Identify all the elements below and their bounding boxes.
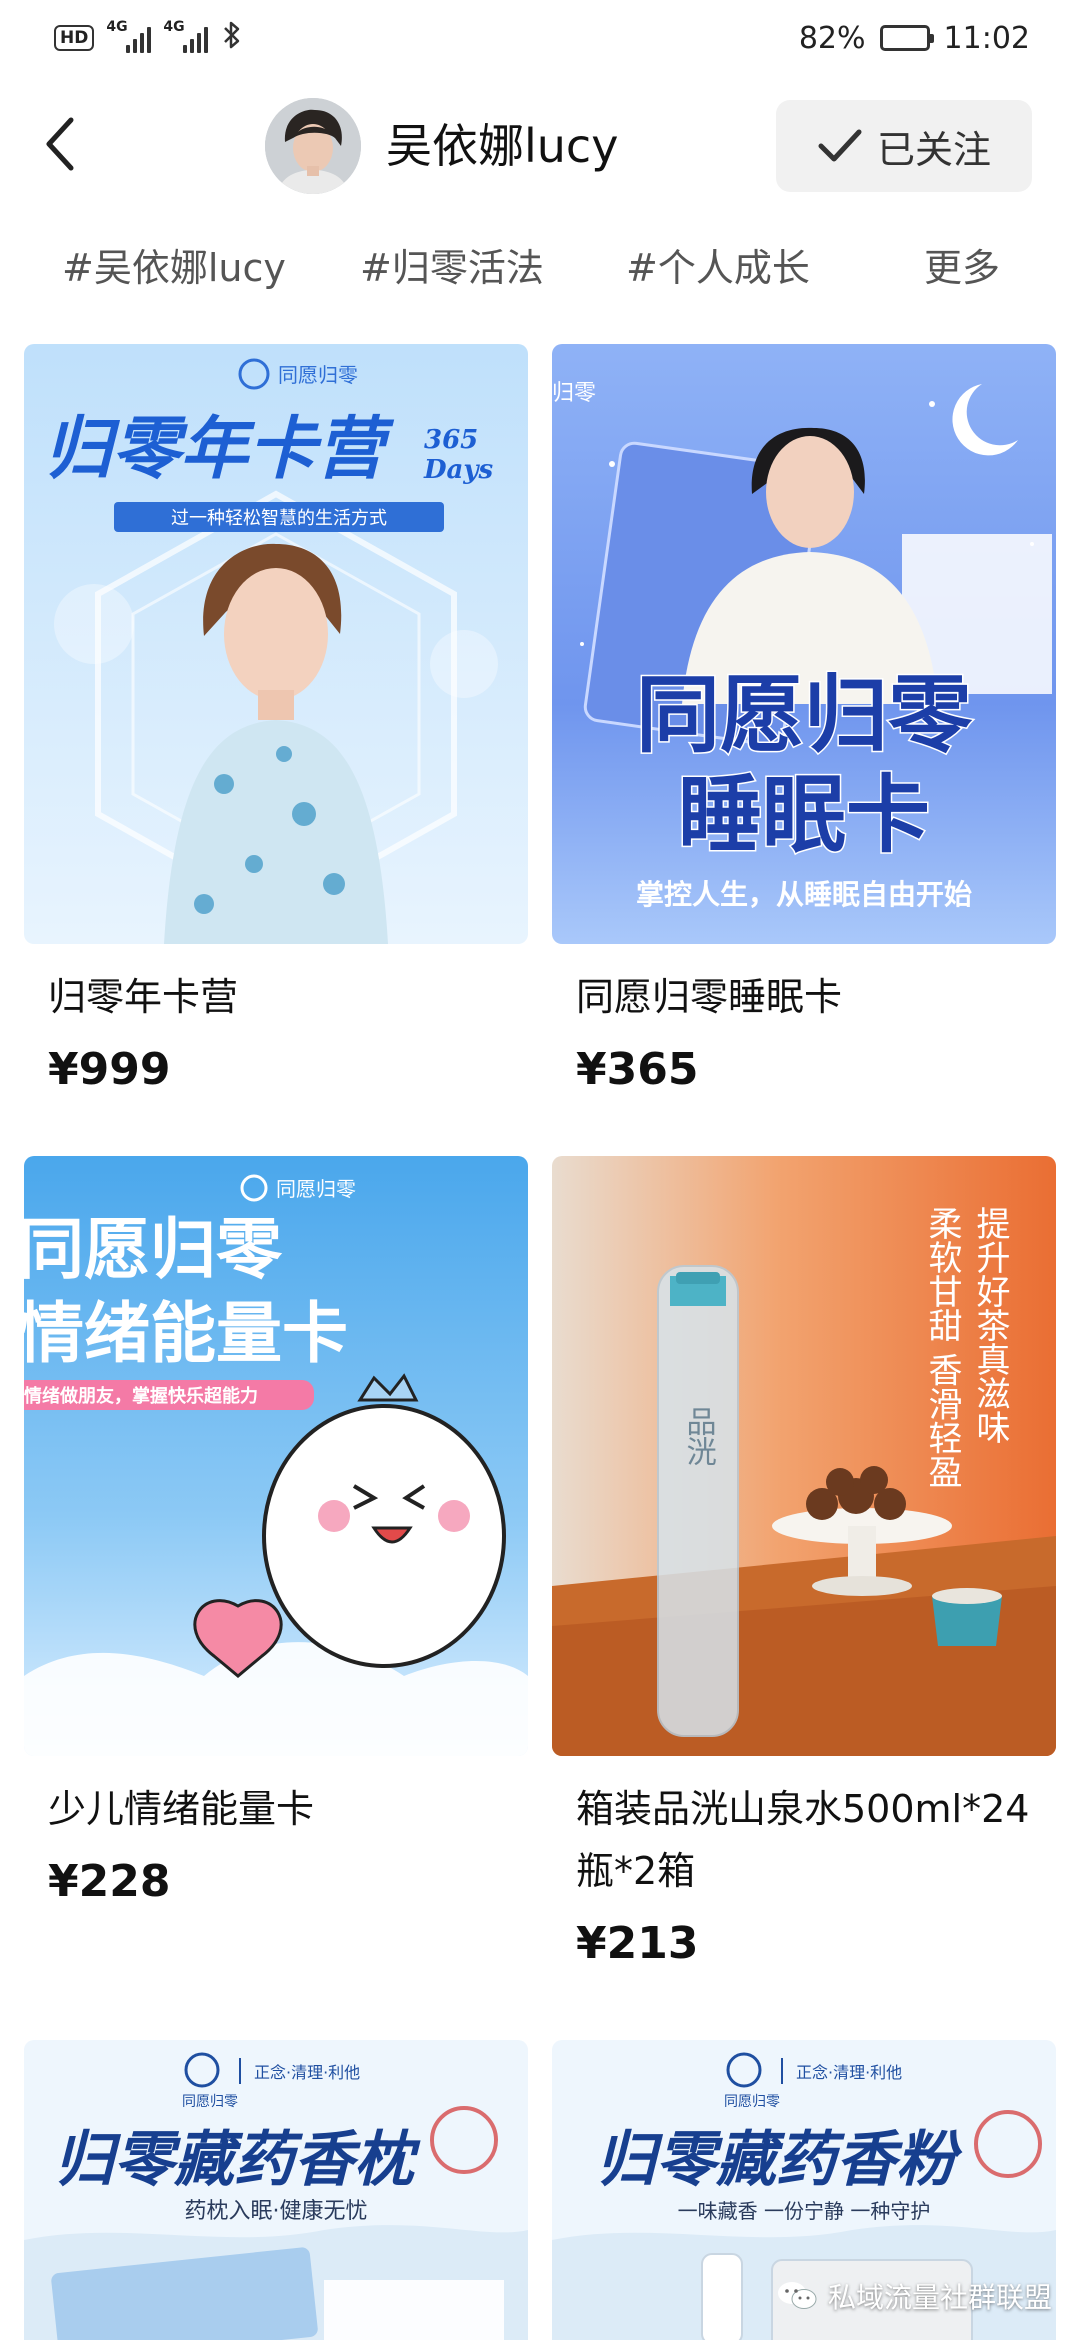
image-bottle-text: 品洸 [681, 1406, 716, 1466]
image-brand: 同愿归零 [278, 363, 358, 387]
battery-icon [879, 25, 934, 51]
product-title[interactable]: 箱装品洸山泉水500ml*24瓶*2箱 [552, 1778, 1056, 1902]
image-line-2: 柔软甘甜 香滑轻盈 [922, 1206, 962, 1489]
network-type-label: 4G [106, 19, 128, 35]
image-headline-2: 睡眠卡 [678, 766, 930, 864]
image-tagline: 过一种轻松智慧的生活方式 [171, 508, 387, 529]
image-tagline: 药枕入眠·健康无忧 [185, 2199, 368, 2224]
check-icon [818, 129, 862, 162]
product-card[interactable]: 同愿归零 正念·清理·利他 归零藏药香枕 药枕入眠·健康无忧 [24, 2040, 528, 2340]
product-image[interactable]: 同愿归零 归零年卡营 365 Days 过一种轻松智慧的生活方式 [24, 344, 528, 944]
product-title[interactable]: 同愿归零睡眠卡 [552, 966, 1056, 1028]
shop-name[interactable]: 吴依娜lucy [386, 116, 618, 176]
image-slogan: 正念·清理·利他 [796, 2063, 902, 2082]
image-headline: 归零藏药香粉 [596, 2125, 963, 2195]
tag-item[interactable]: #个人成长 [626, 242, 810, 294]
hd-badge: HD [54, 25, 95, 51]
avatar[interactable] [265, 98, 361, 194]
image-badge-top: 365 [424, 425, 478, 455]
back-button[interactable] [30, 114, 90, 174]
image-headline: 归零藏药香枕 [54, 2125, 421, 2195]
signal-icon: 4G [106, 19, 152, 53]
tag-item[interactable]: #归零活法 [360, 242, 544, 294]
image-slogan: 正念·清理·利他 [254, 2063, 360, 2082]
clock: 11:02 [943, 20, 1030, 56]
follow-button[interactable]: 已关注 [776, 100, 1032, 192]
product-price: ¥365 [576, 1044, 699, 1095]
product-card[interactable]: 归零 同愿归零 睡眠卡 掌控人生，从睡眠自由开始 同愿归零睡眠卡 ¥365 [552, 344, 1056, 1100]
product-image[interactable]: 品洸 提升好茶真滋味 柔软甘甜 香滑轻盈 [552, 1156, 1056, 1756]
product-image[interactable]: 归零 同愿归零 睡眠卡 掌控人生，从睡眠自由开始 [552, 344, 1056, 944]
product-image[interactable]: 同愿归零 正念·清理·利他 归零藏药香枕 药枕入眠·健康无忧 [24, 2040, 528, 2340]
image-brand: 同愿归零 [276, 1177, 356, 1201]
network-type-label-2: 4G [163, 19, 185, 35]
product-card[interactable]: 品洸 提升好茶真滋味 柔软甘甜 香滑轻盈 箱装品洸山泉水500ml*24瓶*2箱… [552, 1156, 1056, 1974]
image-tagline: 一味藏香 一份宁静 一种守护 [678, 2199, 931, 2223]
image-badge-bottom: Days [423, 455, 494, 485]
product-price: ¥228 [48, 1856, 171, 1907]
image-headline: 归零年卡营 [44, 410, 395, 489]
image-brand: 归零 [552, 381, 596, 406]
signal-icon-2: 4G [163, 19, 209, 53]
product-image[interactable]: 同愿归零 同愿归零 情绪能量卡 情绪做朋友，掌握快乐超能力 [24, 1156, 528, 1756]
product-card[interactable]: 同愿归零 同愿归零 情绪能量卡 情绪做朋友，掌握快乐超能力 少儿情绪能量卡 ¥2… [24, 1156, 528, 1912]
image-tagline: 情绪做朋友，掌握快乐超能力 [24, 1385, 258, 1407]
product-price: ¥999 [48, 1044, 171, 1095]
status-left: HD 4G 4G [54, 19, 242, 57]
wechat-icon [777, 2282, 817, 2309]
battery-percent: 82% [798, 20, 866, 56]
chevron-left-icon [46, 117, 74, 171]
product-title[interactable]: 归零年卡营 [24, 966, 528, 1028]
watermark-text: 私域流量社群联盟 [827, 2281, 1052, 2314]
image-tagline: 掌控人生，从睡眠自由开始 [636, 878, 972, 911]
image-brand: 同愿归零 [724, 2093, 780, 2110]
status-bar: HD 4G 4G 82% 11:02 [0, 0, 1080, 76]
image-brand: 同愿归零 [182, 2093, 238, 2110]
product-price: ¥213 [576, 1918, 699, 1969]
tag-bar: #吴依娜lucy #归零活法 #个人成长 更多 [0, 232, 1080, 304]
product-title[interactable]: 少儿情绪能量卡 [24, 1778, 528, 1840]
product-card[interactable]: 同愿归零 归零年卡营 365 Days 过一种轻松智慧的生活方式 归零年卡营 ¥… [24, 344, 528, 1100]
shop-header: 吴依娜lucy 已关注 [0, 86, 1080, 206]
image-headline-1: 同愿归零 [636, 666, 973, 764]
tag-item[interactable]: #吴依娜lucy [62, 242, 286, 294]
status-right: 82% 11:02 [799, 21, 1030, 56]
more-tags-button[interactable]: 更多 [924, 242, 1000, 294]
image-headline-2: 情绪能量卡 [24, 1295, 348, 1372]
follow-label: 已关注 [876, 127, 991, 172]
bluetooth-icon [222, 20, 242, 57]
watermark: 私域流量社群联盟 [776, 2276, 1052, 2316]
image-headline-1: 同愿归零 [24, 1211, 283, 1288]
image-line-1: 提升好茶真滋味 [970, 1206, 1010, 1444]
